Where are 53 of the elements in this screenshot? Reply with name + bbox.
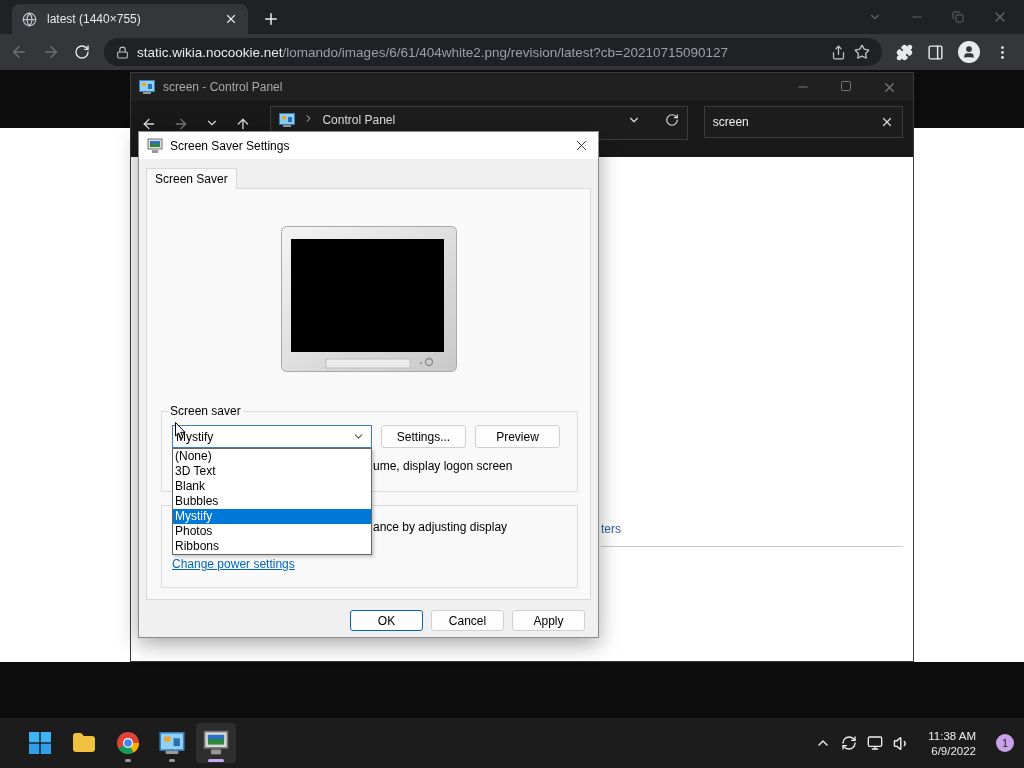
- dropdown-option[interactable]: Photos: [173, 524, 371, 539]
- dropdown-option[interactable]: 3D Text: [173, 464, 371, 479]
- dropdown-option[interactable]: Mystify: [173, 509, 371, 524]
- group-label: Screen saver: [168, 404, 243, 418]
- new-tab-icon[interactable]: [262, 10, 280, 28]
- dropdown-option[interactable]: Ribbons: [173, 539, 371, 554]
- running-indicator: [125, 759, 131, 762]
- screen-saver-dropdown[interactable]: Mystify: [172, 425, 372, 448]
- browser-tab[interactable]: latest (1440×755): [12, 4, 248, 34]
- globe-icon: [22, 11, 37, 27]
- refresh-icon[interactable]: [664, 113, 679, 127]
- clock[interactable]: 11:38 AM 6/9/2022: [928, 729, 976, 757]
- folder-icon[interactable]: [72, 731, 96, 755]
- lock-icon: [116, 45, 129, 59]
- dialog-button[interactable]: Cancel: [431, 610, 504, 631]
- control-panel-icon: [279, 113, 296, 127]
- preview-button[interactable]: Preview: [475, 425, 560, 448]
- control-panel-icon: [139, 80, 155, 94]
- extensions-icon[interactable]: [896, 43, 913, 61]
- logon-option-text: ume, display logon screen: [373, 459, 513, 473]
- dropdown-option[interactable]: (None): [173, 449, 371, 464]
- network-icon[interactable]: [867, 735, 884, 751]
- browser-logo-icon[interactable]: [116, 731, 140, 755]
- bookmark-star-icon[interactable]: [854, 44, 870, 60]
- search-field[interactable]: screen: [703, 106, 904, 138]
- link-text[interactable]: ters: [601, 522, 903, 536]
- side-panel-icon[interactable]: [927, 43, 944, 61]
- running-indicator: [208, 759, 224, 762]
- profile-avatar[interactable]: [958, 41, 980, 63]
- close-tab-icon[interactable]: [224, 12, 238, 26]
- change-power-settings-link[interactable]: Change power settings: [172, 557, 295, 571]
- address-bar[interactable]: static.wikia.nocookie.net/lomando/images/6/61/404white2.png/revision/latest?cb=20210715090127: [104, 38, 882, 66]
- maximize-icon[interactable]: [840, 79, 852, 92]
- sync-icon[interactable]: [841, 735, 858, 751]
- screensaver-icon[interactable]: [203, 730, 229, 756]
- running-indicator: [169, 759, 175, 762]
- notification-badge[interactable]: 1: [996, 734, 1014, 752]
- back-icon[interactable]: [141, 116, 157, 132]
- dropdown-option[interactable]: Bubbles: [173, 494, 371, 509]
- windows-logo-icon: [29, 732, 51, 754]
- window-title: screen - Control Panel: [163, 80, 283, 94]
- screensaver-icon: [147, 137, 163, 154]
- power-text: ance by adjusting display: [373, 520, 508, 534]
- settings-button[interactable]: Settings...: [381, 425, 466, 448]
- reload-icon[interactable]: [74, 44, 90, 60]
- taskbar-button[interactable]: [196, 723, 236, 763]
- tab[interactable]: Screen Saver: [146, 168, 237, 189]
- share-icon[interactable]: [831, 44, 846, 60]
- dialog-title: Screen Saver Settings: [170, 138, 291, 153]
- dropdown-option[interactable]: Blank: [173, 479, 371, 494]
- control-panel-icon[interactable]: [159, 732, 185, 754]
- dialog-button[interactable]: OK: [350, 610, 423, 631]
- dialog-button[interactable]: Apply: [512, 610, 585, 631]
